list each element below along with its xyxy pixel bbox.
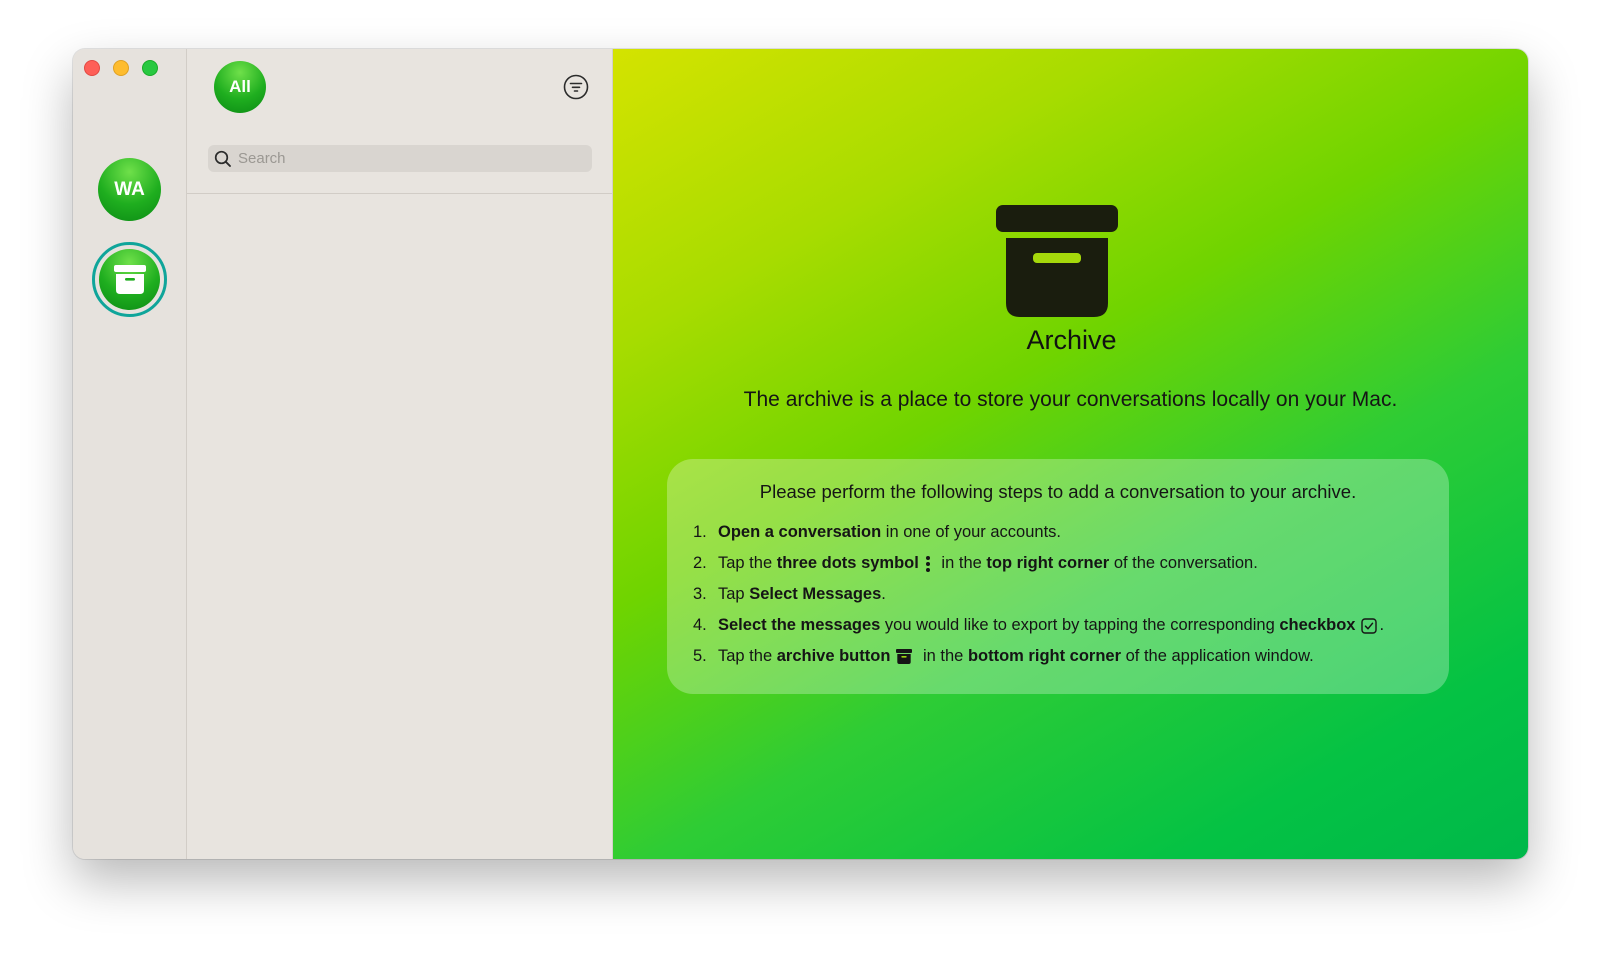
maximize-window-button[interactable] [142,60,158,76]
all-filter-button[interactable]: All [214,61,266,113]
magnifier-icon [208,150,238,168]
step-text: Tap the archive button in the bottom rig… [718,647,1314,666]
step-item: 4. Select the messages you would like to… [693,610,1449,641]
window-controls [84,60,158,76]
step-number: 5. [693,647,707,665]
archive-button-icon [896,649,913,665]
step-plain: Tap the [718,554,777,572]
account-rail: WA [73,49,187,859]
archive-title: Archive [1026,325,1117,355]
step-item: 1. Open a conversation in one of your ac… [693,517,1449,548]
step-bold: archive button [776,647,891,665]
steps-heading: Please perform the following steps to ad… [759,481,1357,502]
step-item: 2. Tap the three dots symbol in the top … [693,548,1449,579]
step-bold: bottom right corner [967,647,1122,665]
all-filter-label: All [229,77,251,96]
account-wa-label: WA [114,178,145,200]
steps-card: Please perform the following steps to ad… [667,459,1449,694]
archive-icon [113,265,146,294]
filter-button[interactable] [562,73,590,101]
step-plain: in one of your accounts. [881,523,1061,541]
step-item: 5. Tap the archive button in the bottom … [693,641,1449,672]
step-bold: Select the messages [718,616,881,634]
step-plain: Tap [718,585,750,603]
step-bold: top right corner [986,554,1110,572]
step-plain: you would like to export by tapping the … [880,616,1280,634]
step-number: 2. [693,554,707,572]
step-bold: Select Messages [749,585,882,603]
steps-list: 1. Open a conversation in one of your ac… [667,517,1449,672]
step-bold: Open a conversation [718,523,882,541]
archive-box-icon [996,205,1118,317]
app-window: WA All Search Archive The archive is a p… [73,49,1528,859]
search-input[interactable] [238,150,578,167]
account-wa-button[interactable]: WA [98,158,161,221]
list-divider [187,193,612,194]
step-text: Tap Select Messages. [718,585,886,604]
search-bar [208,145,592,172]
step-number: 3. [693,585,707,603]
step-plain: Tap the [718,647,777,665]
vertical-ellipsis-icon [925,555,931,573]
step-bold: checkbox [1279,616,1356,634]
step-number: 4. [693,616,707,634]
step-plain: of the application window. [1121,647,1314,665]
step-bold: three dots symbol [776,554,919,572]
step-plain: . [1379,616,1385,634]
step-text: Tap the three dots symbol in the top rig… [718,554,1258,573]
close-window-button[interactable] [84,60,100,76]
archive-account-avatar [99,249,160,310]
step-plain: of the conversation. [1109,554,1258,572]
checkbox-icon [1361,617,1378,634]
account-archive-button[interactable] [92,242,167,317]
step-item: 3. Tap Select Messages. [693,579,1449,610]
step-text: Open a conversation in one of your accou… [718,523,1061,542]
step-number: 1. [693,523,707,541]
step-plain: in the [918,647,968,665]
step-text: Select the messages you would like to ex… [718,616,1384,635]
step-plain: in the [936,554,987,572]
archive-subtitle: The archive is a place to store your con… [743,388,1398,411]
step-plain: . [881,585,886,603]
filter-lines-icon [563,74,589,100]
conversation-list-panel: All [187,49,613,859]
minimize-window-button[interactable] [113,60,129,76]
archive-detail-pane: Archive The archive is a place to store … [613,49,1528,859]
